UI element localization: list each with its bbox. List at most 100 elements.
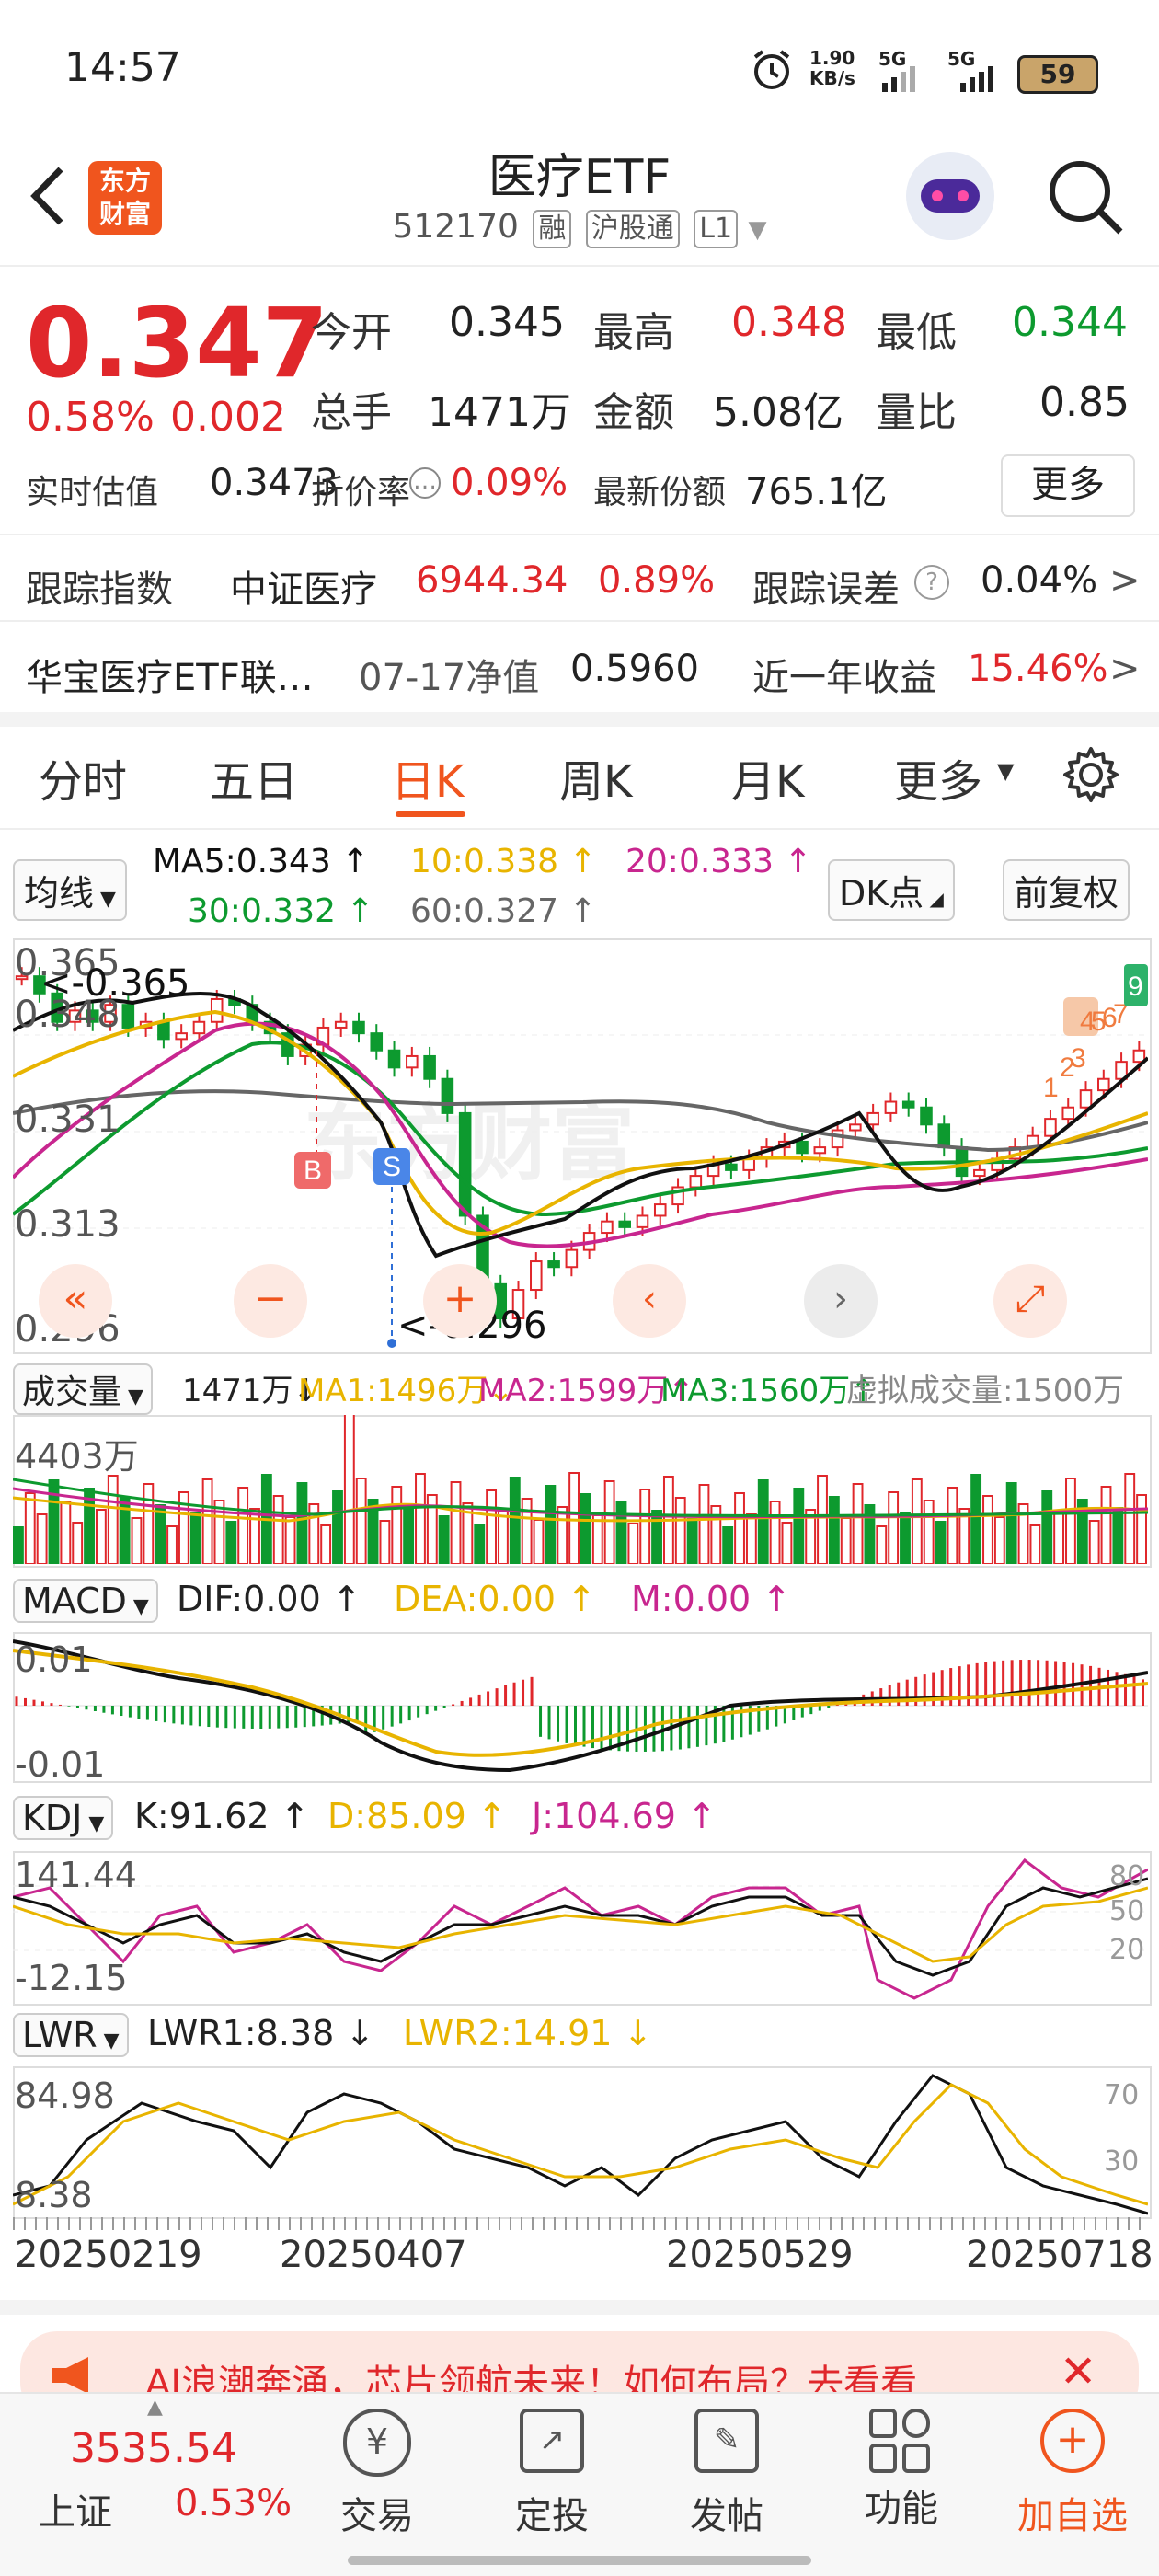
volume-bar [119,1496,131,1564]
volume-bar [1029,1524,1041,1564]
tab-more[interactable]: 更多 [894,745,982,810]
volume-bar [745,1513,757,1564]
zoom-out-button[interactable]: − [234,1264,307,1338]
tab-daily-k[interactable]: 日K [391,745,464,810]
ma-selector[interactable]: 均线 ▼ [13,859,127,921]
ma30-value: 30:0.332 ↑ [188,892,374,930]
functions-button[interactable]: 功能 [828,2409,975,2532]
volume-bar [1100,1486,1112,1564]
add-watchlist-label: 加自选 [1017,2495,1128,2537]
high-label: 最高 [593,309,674,356]
avatar-robot-icon[interactable] [906,152,994,240]
volume-bar [1041,1490,1053,1564]
kdj-chart[interactable] [13,1851,1148,2002]
kdj-ref-80: 80 [1109,1860,1145,1892]
kdj-y-bottom: -12.15 [15,1958,128,1998]
dropdown-caret-icon[interactable]: ▼ [749,216,767,244]
volume-bar [438,1515,450,1564]
volume-bar [201,1478,213,1564]
kdj-selector[interactable]: KDJ ▼ [13,1796,114,1840]
nav-value: 0.5960 [570,648,699,690]
candle-body [618,1220,631,1228]
search-icon[interactable] [1047,158,1126,237]
volume-selector[interactable]: 成交量 ▼ [13,1363,153,1415]
tab-weekly-k[interactable]: 周K [559,745,632,810]
info-icon[interactable]: … [409,467,441,499]
volume-bar [189,1512,201,1564]
post-button[interactable]: ✎ 发帖 [653,2409,800,2539]
sh-index-value[interactable]: 3535.54 [70,2425,237,2472]
close-icon[interactable]: ✕ [1060,2346,1096,2398]
volume-bar [296,1482,308,1564]
amount-value: 5.08亿 [713,389,843,436]
tab-five-day[interactable]: 五日 [210,745,298,810]
kdj-selector-label: KDJ [22,1798,83,1838]
candle-body [813,1146,827,1155]
amount-label: 金额 [593,389,674,436]
volume-bar [769,1501,781,1564]
kdj-ref-20: 20 [1109,1934,1145,1966]
trade-button[interactable]: ¥ 交易 [304,2409,451,2539]
volume-bar [817,1475,828,1564]
candle-body [653,1203,667,1217]
volume-chart[interactable] [13,1415,1148,1564]
date-label-4: 20250718 [966,2234,1153,2276]
yen-icon: ¥ [343,2409,411,2477]
tracking-label: 跟踪指数 [26,569,173,611]
low-value: 0.344 [1012,299,1128,346]
discount-label: 折价率 [311,474,411,512]
tab-intraday[interactable]: 分时 [39,745,127,810]
fund-name[interactable]: 华宝医疗ETF联… [26,648,314,701]
candle-body [157,1020,170,1041]
lwr-ref-70: 70 [1104,2079,1140,2111]
open-value: 0.345 [449,299,565,346]
lwr1-line [13,2074,1148,2215]
macd-selector-label: MACD [22,1581,127,1621]
auto-invest-button[interactable]: ↗ 定投 [478,2409,625,2539]
help-icon[interactable]: ? [914,565,949,600]
tracking-index-value: 6944.34 [416,559,568,602]
candle-body [901,1100,915,1109]
buy-marker-label: B [304,1156,322,1186]
volume-bar [415,1473,426,1564]
volume-bar [249,1508,260,1564]
volume-bar [757,1479,769,1564]
last-price: 0.347 [26,287,328,399]
sh-index-pct[interactable]: 0.53% [175,2482,292,2524]
zoom-in-button[interactable]: + [423,1264,497,1338]
macd-m: M:0.00 ↑ [631,1579,792,1619]
settings-gear-icon[interactable] [1061,745,1120,804]
chevron-right-icon-2[interactable]: > [1109,648,1141,690]
volume-bar [911,1478,923,1564]
step-left-button[interactable]: ‹ [613,1264,686,1338]
macd-chart[interactable] [13,1632,1148,1779]
add-watchlist-button[interactable]: + 加自选 [999,2409,1146,2539]
scroll-left-fast-button[interactable]: « [39,1264,112,1338]
tracking-index[interactable]: 中证医疗 [230,559,377,613]
tab-monthly-k[interactable]: 月K [731,745,804,810]
lwr-selector[interactable]: LWR ▼ [13,2013,129,2057]
kdj-j: J:104.69 ↑ [532,1796,717,1836]
volume-bar [615,1501,627,1564]
change-abs: 0.002 [170,394,286,441]
net-speed: 1.90 KB/s [809,47,855,89]
volume-bar [24,1492,36,1564]
tag-connect: 沪股通 [585,210,680,248]
volume-bar [900,1512,911,1564]
sh-index-name[interactable]: 上证 [39,2482,112,2536]
candle-body [1097,1077,1110,1092]
fullscreen-button[interactable]: ⤢ [993,1264,1067,1338]
lwr-chart[interactable] [13,2066,1148,2215]
macd-selector[interactable]: MACD ▼ [13,1579,158,1623]
step-right-button[interactable]: › [804,1264,878,1338]
more-button[interactable]: 更多 [1001,454,1135,517]
volume-bar [213,1500,225,1564]
volume-bar [107,1475,119,1564]
dk-point-selector[interactable]: DK点 ◢ [828,859,955,921]
volume-bar [1005,1482,1017,1564]
candle-body [334,1020,348,1029]
candle-body [121,1004,135,1029]
volume-bar [651,1510,662,1564]
adjust-selector[interactable]: 前复权 [1003,859,1130,921]
chevron-right-icon[interactable]: > [1109,559,1141,602]
